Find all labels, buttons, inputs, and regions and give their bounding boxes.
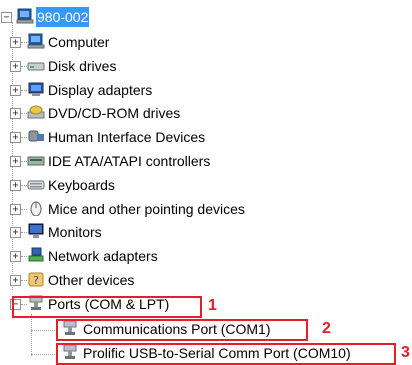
tree-item-display-adapters[interactable]: + Display adapters: [0, 79, 340, 101]
tree-item-monitors[interactable]: + Monitors: [0, 221, 340, 243]
tree-item-ide-ata-atapi-controllers[interactable]: + IDE ATA/ATAPI controllers: [0, 150, 340, 172]
tree-item-label[interactable]: Computer: [48, 32, 109, 52]
expand-icon[interactable]: +: [10, 84, 21, 96]
tree-root[interactable]: − 980-002: [0, 6, 200, 28]
tree-line-ports: [31, 314, 32, 356]
tree-item-label[interactable]: Mice and other pointing devices: [48, 199, 245, 219]
expand-icon[interactable]: +: [10, 37, 21, 48]
tree-item-computer[interactable]: + Computer: [0, 31, 340, 53]
tree-item-label[interactable]: Disk drives: [48, 56, 116, 76]
tree-item-keyboards[interactable]: + Keyboards: [0, 174, 340, 196]
svg-text:?: ?: [33, 274, 39, 287]
keyboard-icon: [27, 180, 45, 190]
ide-controller-icon: [27, 156, 45, 166]
tree-item-label[interactable]: Human Interface Devices: [48, 127, 205, 147]
mouse-icon: [30, 201, 42, 216]
device-manager-tree: − 980-002 + Computer + Disk drives + Display …: [0, 0, 412, 365]
tree-item-label[interactable]: Other devices: [48, 270, 134, 290]
monitor-icon: [28, 223, 44, 239]
tree-line-com10: [31, 354, 55, 355]
display-adapter-icon: [28, 82, 44, 96]
tree-item-label[interactable]: Display adapters: [48, 80, 152, 100]
dvd-drive-icon: [27, 105, 45, 119]
collapse-icon[interactable]: −: [1, 12, 12, 23]
annotation-number-2: 2: [322, 320, 331, 337]
expand-icon[interactable]: +: [10, 179, 21, 191]
unknown-device-icon: ?: [28, 272, 44, 287]
annotation-box-com10: [56, 343, 396, 365]
annotation-number-1: 1: [208, 297, 217, 314]
expand-icon[interactable]: +: [10, 132, 21, 144]
computer-icon: [27, 33, 45, 49]
tree-item-disk-drives[interactable]: + Disk drives: [0, 55, 340, 77]
root-label[interactable]: 980-002: [36, 7, 90, 27]
tree-item-label[interactable]: Keyboards: [48, 175, 115, 195]
tree-item-label[interactable]: Network adapters: [48, 246, 158, 266]
expand-icon[interactable]: +: [10, 108, 21, 120]
tree-item-label[interactable]: DVD/CD-ROM drives: [48, 103, 180, 123]
tree-item-label[interactable]: IDE ATA/ATAPI controllers: [48, 151, 210, 171]
expand-icon[interactable]: +: [10, 251, 21, 263]
network-adapter-icon: [28, 247, 44, 262]
expand-icon[interactable]: +: [10, 60, 21, 72]
tree-item-mice-and-other-pointing-devices[interactable]: + Mice and other pointing devices: [0, 198, 340, 220]
computer-icon: [16, 8, 34, 24]
annotation-number-3: 3: [401, 344, 410, 361]
tree-line-com1: [31, 330, 55, 331]
expand-icon[interactable]: +: [10, 275, 21, 286]
tree-item-human-interface-devices[interactable]: + Human Interface Devices: [0, 126, 340, 148]
expand-icon[interactable]: +: [10, 203, 21, 215]
annotation-box-com1: [56, 319, 308, 341]
expand-icon[interactable]: +: [10, 227, 21, 239]
tree-item-dvd-cd-rom-drives[interactable]: + DVD/CD-ROM drives: [0, 102, 340, 124]
hid-icon: [28, 130, 44, 142]
annotation-box-ports: [12, 296, 202, 318]
disk-drive-icon: [27, 62, 45, 71]
tree-item-other-devices[interactable]: +? Other devices: [0, 269, 340, 291]
expand-icon[interactable]: +: [10, 156, 21, 167]
tree-item-label[interactable]: Monitors: [48, 222, 102, 242]
tree-item-network-adapters[interactable]: + Network adapters: [0, 245, 340, 267]
